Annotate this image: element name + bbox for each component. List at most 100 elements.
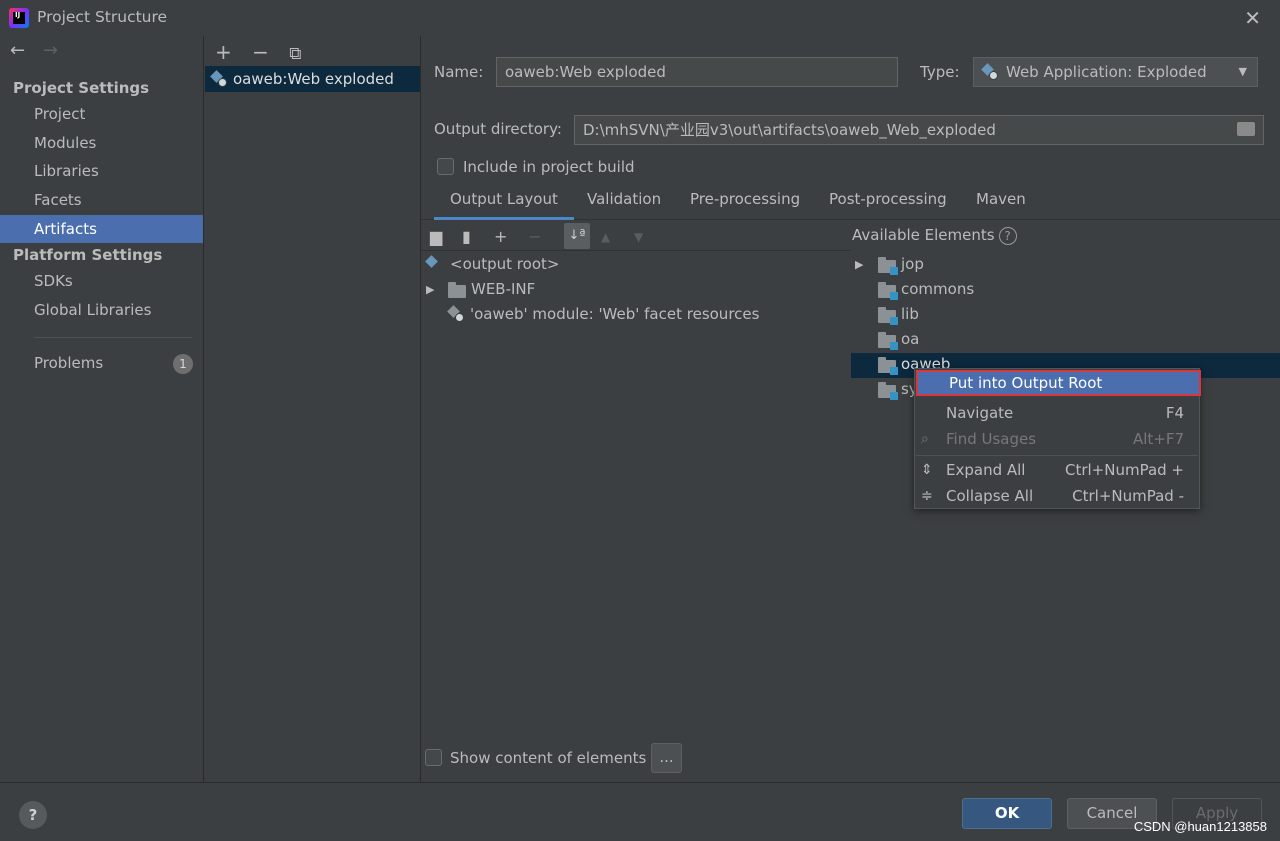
menu-item-shortcut: Ctrl+NumPad +	[1064, 461, 1184, 479]
help-button[interactable]: ?	[19, 801, 47, 829]
sidebar-item-modules[interactable]: Modules	[0, 129, 203, 157]
tree-row-lib[interactable]: lib	[855, 302, 1055, 327]
module-folder-icon	[878, 332, 898, 350]
sidebar-item-label: Problems	[34, 354, 104, 372]
tab-maven[interactable]: Maven	[976, 190, 1026, 208]
sidebar-item-facets[interactable]: Facets	[0, 186, 203, 214]
close-icon[interactable]: ✕	[1244, 6, 1261, 30]
sidebar-item-problems[interactable]: Problems 1	[0, 349, 203, 377]
sidebar-item-sdks[interactable]: SDKs	[0, 267, 203, 295]
sidebar-item-libraries[interactable]: Libraries	[0, 157, 203, 185]
sidebar-item-label: Facets	[34, 191, 82, 209]
tree-row-label: jop	[901, 255, 924, 273]
ok-button[interactable]: OK	[962, 798, 1052, 829]
module-folder-icon	[878, 257, 898, 275]
sidebar-item-label: Artifacts	[34, 220, 97, 238]
output-layout-toolbar: ▆ ▮ + − ↓ª ▲ ▼	[421, 221, 851, 251]
module-folder-icon	[878, 307, 898, 325]
menu-item-find-usages[interactable]: ⌕ Find Usages Alt+F7	[915, 426, 1199, 452]
help-icon[interactable]: ?	[998, 227, 1017, 245]
tree-row-label: <output root>	[450, 255, 560, 273]
project-settings-heading: Project Settings	[13, 79, 150, 97]
copy-icon[interactable]: ⧉	[289, 44, 301, 64]
expand-arrow-icon[interactable]: ▶	[855, 252, 863, 277]
tab-pre-processing[interactable]: Pre-processing	[690, 190, 800, 208]
sidebar-item-label: SDKs	[34, 272, 73, 290]
back-arrow-icon[interactable]: ←	[10, 40, 25, 61]
sort-alphabetically-icon[interactable]: ↓ª	[564, 223, 590, 249]
title-bar: IJ Project Structure ✕	[0, 0, 1280, 36]
output-directory-field[interactable]: D:\mhSVN\产业园v3\out\artifacts\oaweb_Web_e…	[574, 115, 1264, 145]
include-in-build-checkbox[interactable]	[437, 158, 454, 175]
sidebar-divider	[34, 337, 192, 338]
name-field[interactable]: oaweb:Web exploded	[496, 57, 898, 87]
tree-row-sy[interactable]: sy	[855, 377, 918, 402]
move-up-icon[interactable]: ▲	[601, 230, 610, 244]
menu-item-label: Navigate	[946, 404, 1014, 422]
intellij-logo-icon: IJ	[9, 8, 29, 28]
module-folder-icon	[878, 282, 898, 300]
menu-item-navigate[interactable]: Navigate F4	[915, 400, 1199, 426]
tab-post-processing[interactable]: Post-processing	[829, 190, 947, 208]
include-in-build-label: Include in project build	[463, 158, 635, 176]
tree-row-output-root[interactable]: <output root>	[425, 252, 560, 277]
sidebar-item-label: Libraries	[34, 162, 99, 180]
artifact-list-item[interactable]: oaweb:Web exploded	[205, 66, 420, 92]
settings-sidebar: ← → Project Settings Project Modules Lib…	[0, 36, 204, 782]
facet-resources-icon	[447, 305, 464, 322]
create-archive-icon[interactable]: ▮	[462, 227, 471, 246]
artifacts-toolbar: + − ⧉	[215, 40, 315, 64]
tree-row-facet-resources[interactable]: 'oaweb' module: 'Web' facet resources	[447, 302, 848, 327]
type-label: Type:	[920, 63, 960, 81]
forward-arrow-icon[interactable]: →	[43, 40, 58, 61]
menu-item-shortcut: Ctrl+NumPad -	[1072, 487, 1184, 505]
add-icon[interactable]: +	[215, 40, 232, 64]
browse-folder-icon[interactable]	[1237, 122, 1255, 136]
menu-item-shortcut: F4	[1165, 404, 1184, 422]
tab-output-layout[interactable]: Output Layout	[434, 190, 574, 220]
tree-row-label: 'oaweb' module: 'Web' facet resources	[470, 305, 760, 323]
nav-arrows: ← →	[10, 40, 70, 61]
tree-row-label: lib	[901, 305, 919, 323]
window-title: Project Structure	[37, 8, 168, 26]
chevron-down-icon: ▼	[1238, 65, 1247, 78]
context-menu: Put into Output Root Navigate F4 ⌕ Find …	[914, 368, 1201, 509]
output-directory-label: Output directory:	[434, 120, 562, 138]
menu-item-label: Collapse All	[946, 487, 1034, 505]
add-copy-icon[interactable]: +	[494, 227, 507, 246]
search-icon: ⌕	[921, 431, 929, 447]
collapse-all-icon: ≑	[921, 488, 933, 504]
remove-icon[interactable]: −	[528, 227, 541, 246]
available-elements-title: Available Elements?	[852, 226, 1017, 245]
remove-icon[interactable]: −	[252, 40, 269, 64]
menu-item-label: Expand All	[946, 461, 1026, 479]
show-content-label: Show content of elements	[450, 749, 647, 767]
watermark: CSDN @huan1213858	[1133, 819, 1267, 834]
folder-icon	[448, 282, 466, 298]
menu-item-shortcut: Alt+F7	[1132, 430, 1184, 448]
sidebar-item-project[interactable]: Project	[0, 100, 203, 128]
tab-validation[interactable]: Validation	[587, 190, 661, 208]
menu-item-label: Find Usages	[946, 430, 1037, 448]
show-content-checkbox[interactable]	[425, 749, 442, 766]
sidebar-item-label: Project	[34, 105, 86, 123]
module-folder-icon	[878, 357, 898, 375]
tree-row-web-inf[interactable]: ▶ WEB-INF	[426, 277, 726, 302]
show-content-options-button[interactable]: ...	[651, 743, 682, 773]
tree-row-jop[interactable]: ▶ jop	[855, 252, 1055, 277]
type-dropdown[interactable]: Web Application: Exploded ▼	[973, 57, 1258, 87]
sidebar-item-artifacts[interactable]: Artifacts	[0, 215, 203, 243]
problems-count-badge: 1	[173, 354, 193, 374]
artifact-label: oaweb:Web exploded	[233, 70, 394, 88]
expand-arrow-icon[interactable]: ▶	[426, 277, 434, 302]
menu-item-collapse-all[interactable]: ≑ Collapse All Ctrl+NumPad -	[915, 483, 1199, 509]
menu-item-put-into-output-root[interactable]: Put into Output Root	[916, 370, 1201, 396]
sidebar-item-global-libraries[interactable]: Global Libraries	[0, 296, 203, 324]
platform-settings-heading: Platform Settings	[13, 246, 163, 264]
new-directory-icon[interactable]: ▆	[430, 227, 442, 246]
web-artifact-icon	[981, 63, 998, 80]
move-down-icon[interactable]: ▼	[634, 230, 643, 244]
menu-item-expand-all[interactable]: ⇕ Expand All Ctrl+NumPad +	[915, 457, 1199, 483]
tree-row-oa[interactable]: oa	[855, 327, 1055, 352]
tree-row-commons[interactable]: commons	[855, 277, 1055, 302]
